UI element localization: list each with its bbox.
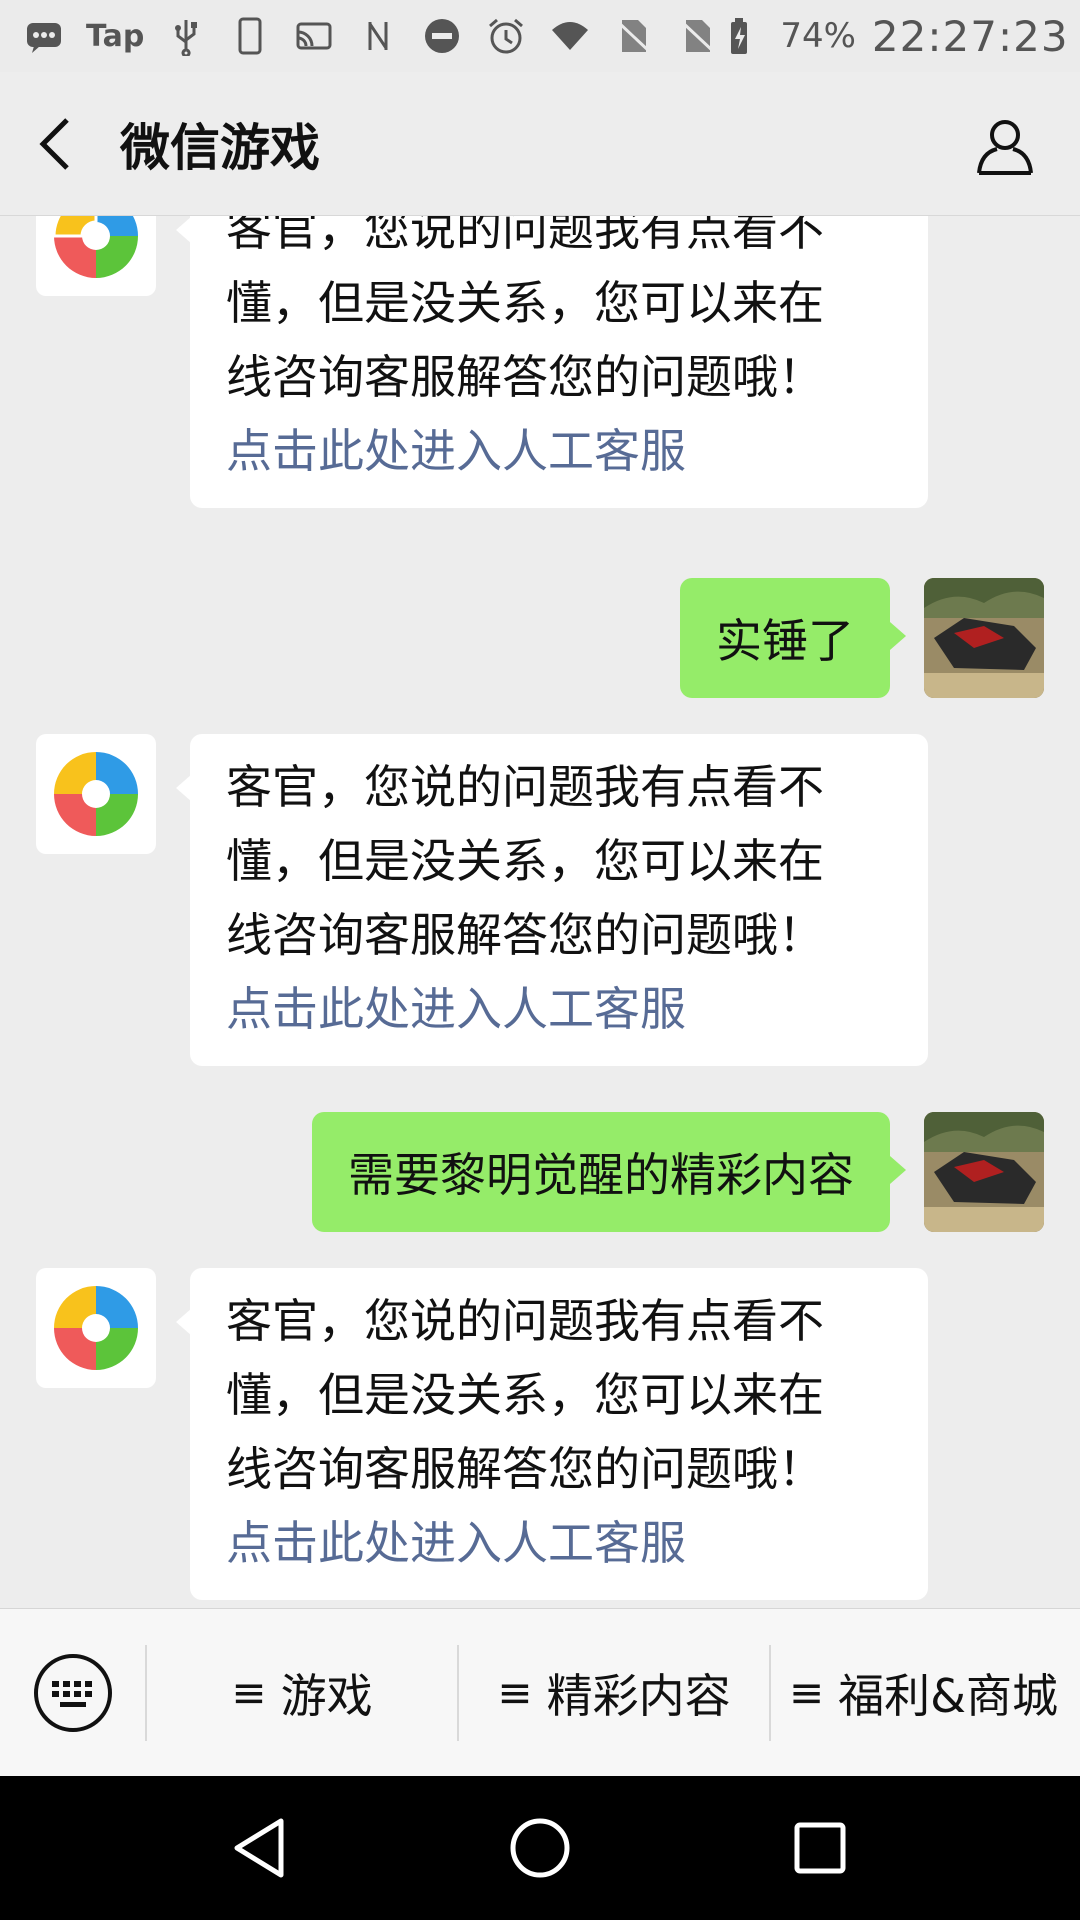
user-avatar[interactable]: [924, 578, 1044, 698]
alarm-icon: [484, 14, 528, 58]
customer-service-link[interactable]: 点击此处进入人工客服: [226, 1506, 894, 1580]
menu-item-label: 福利&商城: [838, 1668, 1059, 1723]
person-icon: [977, 120, 1033, 175]
wifi-icon: [548, 14, 592, 58]
message-line: 懂，但是没关系，您可以来在: [226, 276, 824, 330]
message-icon: [22, 14, 66, 58]
user-avatar-image: [924, 578, 1044, 698]
bot-avatar[interactable]: [36, 1268, 156, 1388]
message-line: 客官，您说的问题我有点看不: [226, 760, 824, 814]
message-line: 线咨询客服解答您的问题哦！: [226, 1442, 824, 1496]
user-message-bubble: 实锤了: [680, 578, 906, 698]
message-text: 需要黎明觉醒的精彩内容: [348, 1148, 854, 1202]
recents-square-icon: [794, 1822, 846, 1874]
keyboard-toggle-button[interactable]: [0, 1609, 145, 1777]
bot-avatar[interactable]: [36, 734, 156, 854]
nav-home-button[interactable]: [480, 1788, 600, 1908]
user-message-bubble: 需要黎明觉醒的精彩内容: [312, 1112, 906, 1232]
menu-item-highlights[interactable]: ≡ 精彩内容: [459, 1609, 769, 1777]
dnd-icon: [420, 14, 464, 58]
nav-recents-button[interactable]: [760, 1788, 880, 1908]
bot-message-bubble: 客官，您说的问题我有点看不 懂，但是没关系，您可以来在 线咨询客服解答您的问题哦…: [176, 216, 928, 508]
no-sim-icon: [612, 14, 656, 58]
status-bar: Tap 74% 22:27:23: [0, 0, 1080, 72]
profile-button[interactable]: [970, 112, 1040, 182]
wechat-games-logo-icon: [54, 752, 138, 836]
chevron-left-icon: [39, 117, 69, 170]
nfc-icon: [356, 14, 400, 58]
menu-icon: ≡: [497, 1668, 533, 1717]
message-line: 线咨询客服解答您的问题哦！: [226, 908, 824, 962]
user-avatar-image: [924, 1112, 1044, 1232]
phone-icon: [228, 14, 272, 58]
battery-percent: 74%: [780, 16, 856, 56]
message-line: 客官，您说的问题我有点看不: [226, 216, 824, 256]
page-title: 微信游戏: [120, 118, 320, 177]
message-line: 懂，但是没关系，您可以来在: [226, 834, 824, 888]
menu-item-label: 精彩内容: [546, 1668, 731, 1723]
title-bar: 微信游戏: [0, 72, 1080, 216]
back-triangle-icon: [234, 1818, 284, 1878]
menu-item-label: 游戏: [280, 1668, 373, 1723]
wechat-games-logo-icon: [52, 216, 138, 278]
battery-icon: [720, 14, 764, 58]
clock: 22:27:23: [871, 11, 1069, 61]
official-account-menu-bar: ≡ 游戏 ≡ 精彩内容 ≡ 福利&商城: [0, 1608, 1080, 1776]
bot-message-bubble: 客官，您说的问题我有点看不 懂，但是没关系，您可以来在 线咨询客服解答您的问题哦…: [176, 1268, 928, 1600]
tap-label: Tap: [86, 18, 145, 54]
wechat-games-logo-icon: [54, 1286, 138, 1370]
message-line: 懂，但是没关系，您可以来在: [226, 1368, 824, 1422]
chat-area[interactable]: 客官，您说的问题我有点看不 懂，但是没关系，您可以来在 线咨询客服解答您的问题哦…: [0, 216, 1080, 1608]
customer-service-link[interactable]: 点击此处进入人工客服: [226, 972, 894, 1046]
customer-service-link[interactable]: 点击此处进入人工客服: [226, 414, 894, 488]
home-circle-icon: [510, 1818, 570, 1878]
bot-message-bubble: 客官，您说的问题我有点看不 懂，但是没关系，您可以来在 线咨询客服解答您的问题哦…: [176, 734, 928, 1066]
user-avatar[interactable]: [924, 1112, 1044, 1232]
message-text: 实锤了: [716, 614, 854, 668]
usb-icon: [164, 14, 208, 58]
cast-icon: [292, 14, 336, 58]
system-navigation-bar: [0, 1776, 1080, 1920]
bot-avatar[interactable]: [36, 216, 156, 296]
menu-icon: ≡: [231, 1668, 267, 1717]
menu-item-games[interactable]: ≡ 游戏: [147, 1609, 457, 1777]
no-sim-icon: [676, 14, 720, 58]
message-line: 客官，您说的问题我有点看不: [226, 1294, 824, 1348]
back-button[interactable]: [0, 72, 110, 216]
nav-back-button[interactable]: [200, 1788, 320, 1908]
message-line: 线咨询客服解答您的问题哦！: [226, 350, 824, 404]
menu-icon: ≡: [788, 1668, 825, 1717]
keyboard-icon: [33, 1653, 112, 1732]
menu-item-rewards-shop[interactable]: ≡ 福利&商城: [771, 1609, 1076, 1777]
